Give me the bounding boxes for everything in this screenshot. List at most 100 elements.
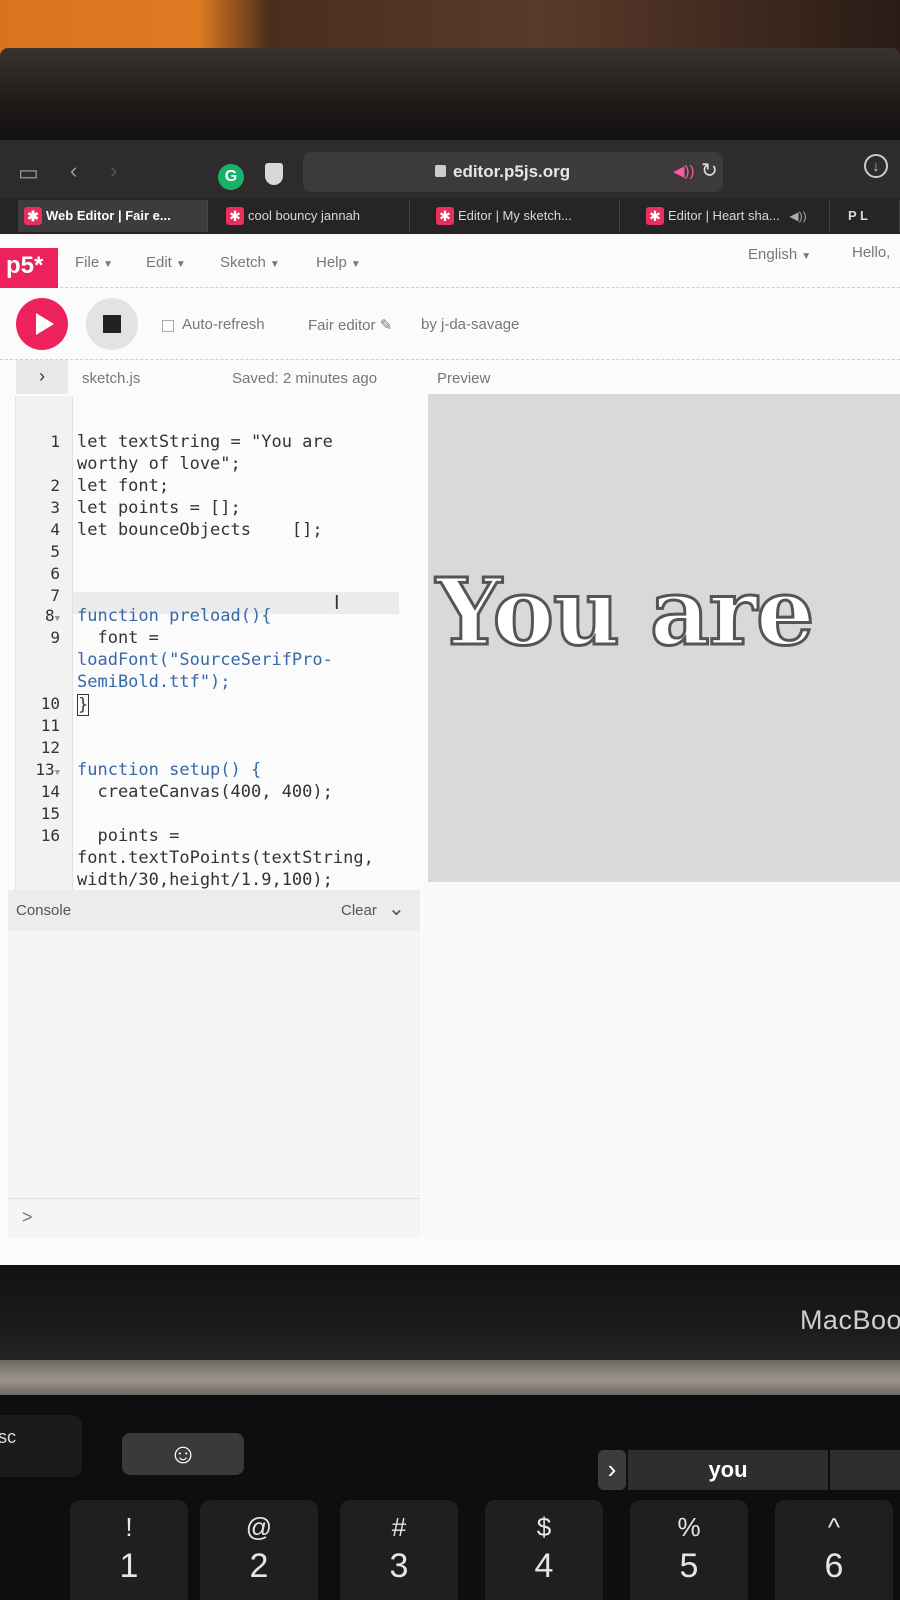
- lock-icon: [435, 165, 446, 177]
- line-number: 9: [50, 628, 60, 647]
- touchbar-emoji-icon[interactable]: ☺: [122, 1433, 244, 1475]
- browser-tab-bar: ✱ Web Editor | Fair e... ✱ cool bouncy j…: [0, 198, 900, 234]
- pencil-icon[interactable]: ✎: [380, 317, 393, 334]
- back-icon[interactable]: ‹: [70, 158, 77, 184]
- code-line: points =: [77, 826, 180, 846]
- key-4[interactable]: $ 4: [485, 1500, 603, 1600]
- code-line: let textString = "You are: [77, 432, 333, 452]
- key-2[interactable]: @ 2: [200, 1500, 318, 1600]
- menu-help-label: Help: [316, 254, 347, 271]
- console-header: Console Clear ⌄: [8, 890, 420, 930]
- laptop-brand-text: MacBoo: [799, 1305, 900, 1335]
- address-bar[interactable]: editor.p5js.org ◀)) ↻: [303, 152, 723, 192]
- text-cursor-icon: I: [334, 592, 340, 614]
- line-number: 2: [50, 476, 60, 495]
- menu-edit-label: Edit: [146, 254, 172, 271]
- auto-refresh-label: Auto-refresh: [182, 316, 265, 333]
- line-number: 6: [50, 564, 60, 583]
- key-symbol: ^: [827, 1512, 841, 1542]
- line-number: 4: [50, 520, 60, 539]
- tab-heart-shape[interactable]: ✱ Editor | Heart sha... ◀)): [640, 200, 830, 232]
- touchbar-suggestion[interactable]: you: [628, 1450, 828, 1490]
- line-number: 10: [40, 694, 60, 713]
- menu-help[interactable]: Help ▼: [316, 254, 361, 271]
- language-label: English: [748, 246, 798, 263]
- sketch-name-label: Fair editor: [308, 317, 376, 334]
- console-clear-button[interactable]: Clear: [341, 902, 377, 919]
- menu-sketch[interactable]: Sketch ▼: [220, 254, 280, 271]
- line-number: 8▼: [44, 606, 60, 625]
- code-line: function preload(){: [77, 606, 272, 626]
- key-1[interactable]: ! 1: [70, 1500, 188, 1600]
- tab-audio-icon[interactable]: ◀)): [789, 209, 806, 223]
- line-number: 12: [40, 738, 60, 757]
- forward-icon[interactable]: ›: [110, 158, 117, 184]
- user-greeting[interactable]: Hello,: [852, 244, 890, 261]
- line-number: 3: [50, 498, 60, 517]
- reload-icon[interactable]: ↻: [701, 158, 718, 183]
- auto-refresh-checkbox[interactable]: [162, 320, 174, 332]
- caret-down-icon: ▼: [801, 251, 812, 262]
- file-bar: › sketch.js Saved: 2 minutes ago Preview: [0, 360, 900, 396]
- sketch-preview-canvas[interactable]: You are: [428, 394, 900, 882]
- fold-arrow-icon[interactable]: ▼: [55, 614, 60, 624]
- language-select[interactable]: English ▼: [748, 246, 811, 263]
- tab-title: Web Editor | Fair e...: [46, 208, 171, 223]
- file-name[interactable]: sketch.js: [82, 370, 140, 387]
- tab-partial[interactable]: P L: [840, 200, 900, 232]
- menu-file[interactable]: File ▼: [75, 254, 113, 271]
- code-editor[interactable]: 1 2 3 4 5 6 7 8▼ 9 10 11 12 13▼ 14 15 16…: [15, 396, 415, 890]
- key-5[interactable]: % 5: [630, 1500, 748, 1600]
- code-line: }: [77, 694, 90, 716]
- laptop-bezel-bottom: [0, 1265, 900, 1375]
- laptop-bezel-top: [0, 48, 900, 140]
- sidebar-icon[interactable]: ▭: [18, 160, 39, 186]
- audio-playing-icon[interactable]: ◀)): [673, 162, 695, 180]
- download-icon[interactable]: ↓: [864, 154, 888, 178]
- key-number: 4: [534, 1547, 554, 1585]
- key-number: 1: [119, 1547, 139, 1585]
- tab-web-editor[interactable]: ✱ Web Editor | Fair e...: [18, 200, 208, 232]
- key-number: 6: [824, 1547, 844, 1585]
- tab-title: cool bouncy jannah: [248, 208, 361, 223]
- code-line: let bounceObjects [];: [77, 520, 323, 540]
- sketch-author[interactable]: by j-da-savage: [421, 316, 519, 333]
- line-number: 7: [50, 586, 60, 605]
- stop-button[interactable]: [86, 298, 138, 350]
- code-line: width/30,height/1.9,100);: [77, 870, 333, 890]
- p5-favicon-icon: ✱: [226, 207, 244, 225]
- key-number: 3: [389, 1547, 409, 1585]
- line-number: 16: [40, 826, 60, 845]
- touchbar-chevron-icon[interactable]: ›: [598, 1450, 626, 1490]
- console-input[interactable]: >: [8, 1198, 420, 1238]
- key-number: 2: [249, 1547, 269, 1585]
- code-line: let font;: [77, 476, 170, 496]
- sketch-name[interactable]: Fair editor ✎: [308, 316, 392, 334]
- save-status: Saved: 2 minutes ago: [232, 370, 378, 387]
- p5-favicon-icon: ✱: [24, 207, 42, 225]
- menu-sketch-label: Sketch: [220, 254, 266, 271]
- key-3[interactable]: # 3: [340, 1500, 458, 1600]
- browser-toolbar: ▭ ‹ › G editor.p5js.org ◀)) ↻ ↓: [0, 140, 900, 205]
- caret-down-icon: ▼: [103, 259, 114, 270]
- key-number: 5: [679, 1547, 699, 1585]
- code-line: let points = [];: [77, 498, 241, 518]
- menu-edit[interactable]: Edit ▼: [146, 254, 186, 271]
- key-symbol: !: [125, 1512, 133, 1542]
- touchbar-suggestion-empty[interactable]: [830, 1450, 900, 1490]
- privacy-shield-icon[interactable]: [265, 163, 283, 185]
- sidebar-expand-button[interactable]: ›: [16, 360, 68, 394]
- tab-my-sketch[interactable]: ✱ Editor | My sketch...: [430, 200, 620, 232]
- key-symbol: #: [391, 1512, 407, 1542]
- caret-down-icon: ▼: [175, 259, 186, 270]
- esc-key[interactable]: sc: [0, 1415, 82, 1477]
- p5-logo[interactable]: p5*: [0, 248, 58, 288]
- key-6[interactable]: ^ 6: [775, 1500, 893, 1600]
- sketch-controls: Auto-refresh Fair editor ✎ by j-da-savag…: [0, 288, 900, 360]
- caret-down-icon: ▼: [350, 259, 361, 270]
- grammarly-extension-icon[interactable]: G: [218, 164, 244, 190]
- chevron-down-icon[interactable]: ⌄: [388, 896, 405, 921]
- fold-arrow-icon[interactable]: ▼: [55, 768, 60, 778]
- play-button[interactable]: [16, 298, 68, 350]
- tab-cool-bouncy-jannah[interactable]: ✱ cool bouncy jannah: [220, 200, 410, 232]
